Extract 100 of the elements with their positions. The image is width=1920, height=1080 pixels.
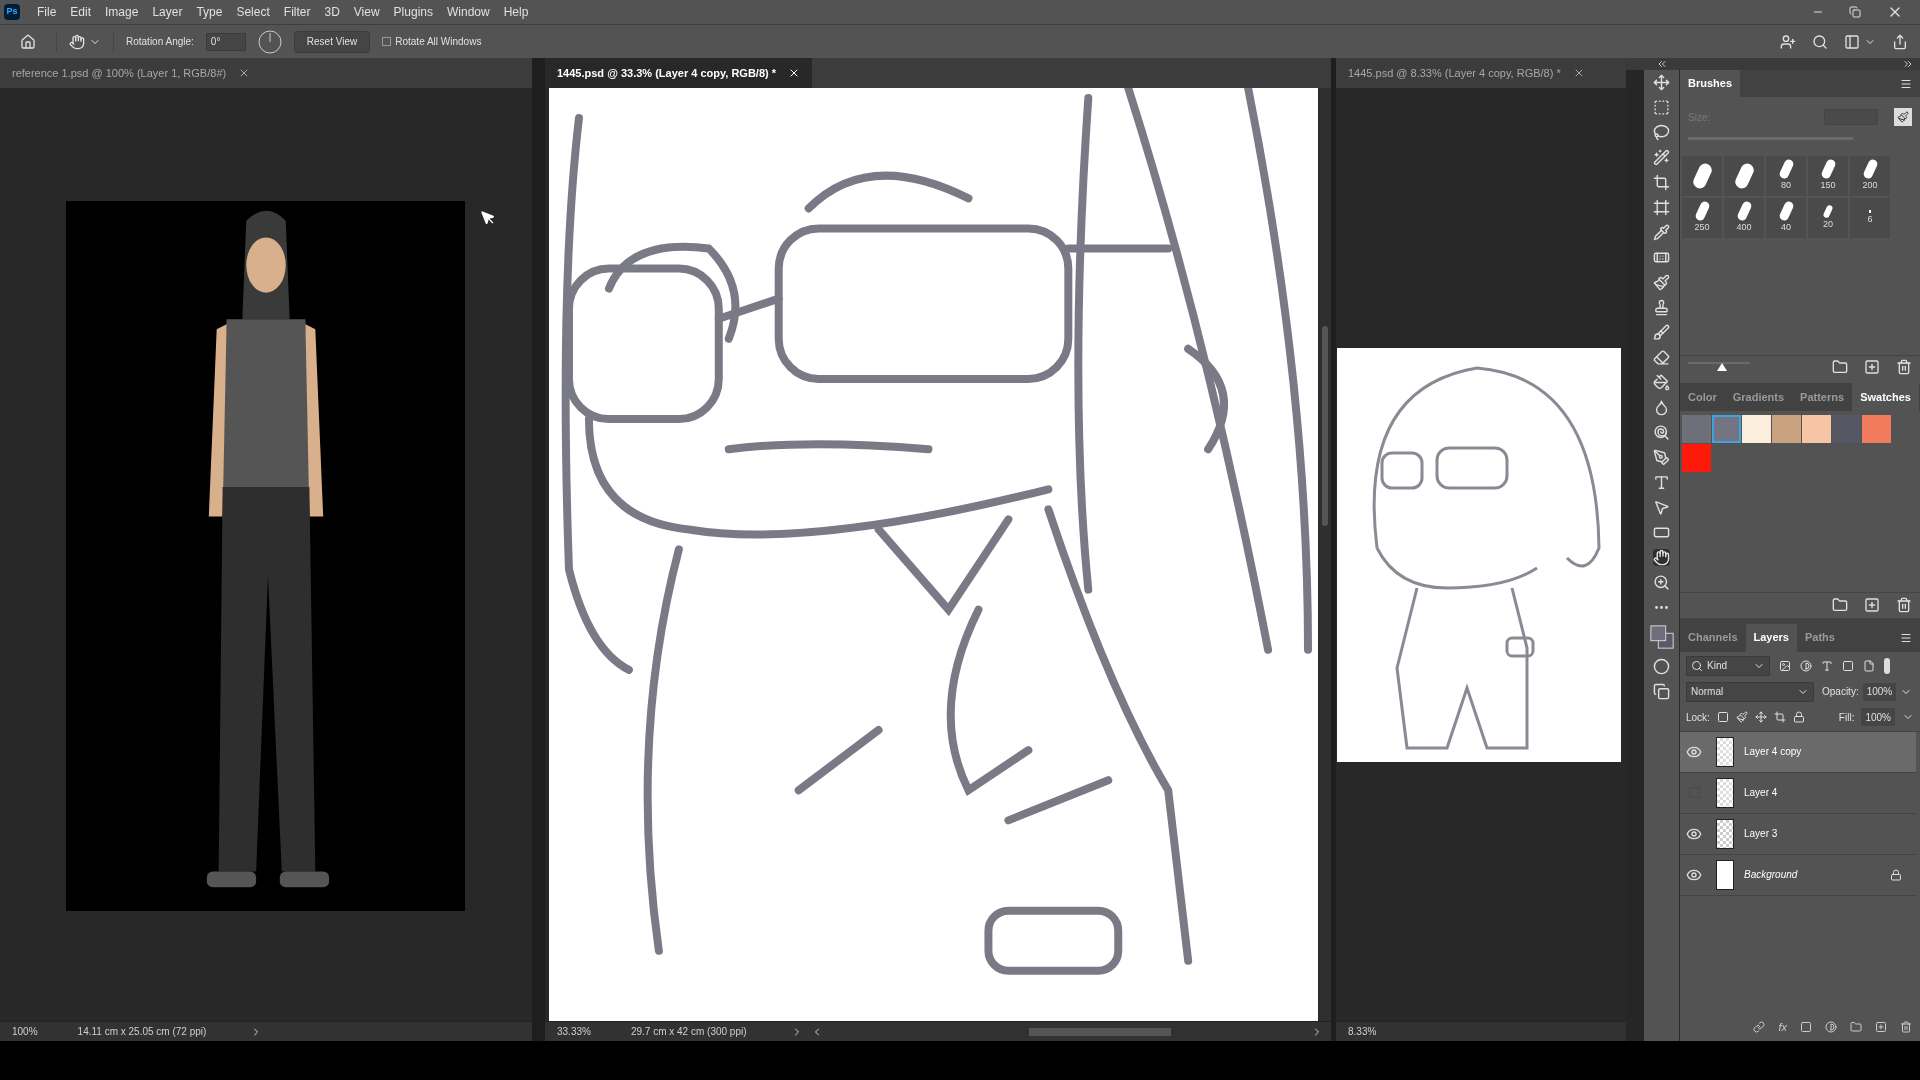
- user-add-icon[interactable]: [1780, 33, 1796, 50]
- shape-filter-icon[interactable]: [1842, 659, 1854, 672]
- filter-dropdown[interactable]: Kind: [1686, 655, 1770, 676]
- new-layer-icon[interactable]: [1875, 1021, 1887, 1033]
- rotation-angle-field[interactable]: 0°: [205, 32, 246, 51]
- menu-item[interactable]: Filter: [276, 3, 318, 21]
- vertical-scrollbar[interactable]: [1319, 88, 1331, 1021]
- menu-item[interactable]: File: [30, 3, 64, 21]
- brush-preset[interactable]: 20: [1808, 198, 1848, 238]
- move-icon[interactable]: [1653, 74, 1670, 91]
- zoom-level[interactable]: 8.33%: [1336, 1024, 1389, 1039]
- menu-item[interactable]: View: [346, 3, 387, 21]
- panel-menu-icon[interactable]: [1900, 77, 1912, 90]
- menu-item[interactable]: 3D: [317, 3, 347, 21]
- menu-item[interactable]: Image: [98, 3, 146, 21]
- trash-icon[interactable]: [1896, 358, 1912, 375]
- type-icon[interactable]: [1653, 474, 1670, 491]
- folder-icon[interactable]: [1832, 597, 1848, 614]
- lasso-icon[interactable]: [1653, 124, 1670, 141]
- workspace-icon[interactable]: [1844, 33, 1860, 50]
- lock-icon[interactable]: [1792, 711, 1805, 724]
- color-swatches-icon[interactable]: [1648, 624, 1675, 650]
- brush-preset[interactable]: 6: [1850, 198, 1890, 238]
- filter-toggle[interactable]: [1884, 657, 1890, 674]
- brush-preset[interactable]: 80: [1766, 156, 1806, 196]
- paint-bucket-icon[interactable]: [1653, 374, 1670, 391]
- restore-icon[interactable]: [1849, 6, 1861, 18]
- brush-settings-icon[interactable]: [1894, 108, 1912, 126]
- zoom-level[interactable]: 100%: [0, 1024, 50, 1039]
- lock-artboard-icon[interactable]: [1773, 711, 1786, 724]
- menu-item[interactable]: Select: [229, 3, 277, 21]
- zoom-level[interactable]: 33.33%: [545, 1024, 603, 1039]
- brush-preset[interactable]: 200: [1850, 156, 1890, 196]
- reset-view-button[interactable]: Reset View: [293, 30, 371, 53]
- new-icon[interactable]: [1864, 597, 1880, 614]
- quick-mask-icon[interactable]: [1653, 658, 1670, 675]
- color-swatch[interactable]: [1682, 415, 1711, 444]
- color-swatch[interactable]: [1682, 444, 1711, 473]
- screen-mode-icon[interactable]: [1653, 683, 1670, 700]
- color-swatch[interactable]: [1832, 415, 1861, 444]
- menu-item[interactable]: Edit: [63, 3, 99, 21]
- rotate-all-windows-checkbox[interactable]: Rotate All Windows: [382, 34, 482, 49]
- close-icon[interactable]: [788, 67, 800, 79]
- lock-position-icon[interactable]: [1754, 711, 1767, 724]
- color-swatch[interactable]: [1772, 415, 1801, 444]
- trash-icon[interactable]: [1900, 1021, 1912, 1033]
- menu-item[interactable]: Layer: [145, 3, 190, 21]
- lock-paint-icon[interactable]: [1735, 711, 1748, 724]
- layer-row[interactable]: Background: [1680, 854, 1916, 896]
- color-swatch[interactable]: [1862, 415, 1891, 444]
- rotate-view-icon[interactable]: [69, 33, 85, 50]
- stamp-icon[interactable]: [1653, 299, 1670, 316]
- droplet-icon[interactable]: [1653, 399, 1670, 416]
- marquee-icon[interactable]: [1653, 99, 1670, 116]
- menu-item[interactable]: Help: [496, 3, 536, 21]
- selection-arrow-icon[interactable]: [1653, 499, 1670, 516]
- history-brush-icon[interactable]: [1653, 324, 1670, 341]
- folder-icon[interactable]: [1850, 1021, 1862, 1033]
- pen-icon[interactable]: [1653, 449, 1670, 466]
- folder-icon[interactable]: [1832, 358, 1848, 375]
- panel-menu-icon[interactable]: [1900, 631, 1912, 644]
- zoom-icon[interactable]: [1653, 574, 1670, 591]
- trash-icon[interactable]: [1896, 597, 1912, 614]
- rotation-dial-icon[interactable]: [257, 29, 282, 54]
- expand-icon[interactable]: [1902, 58, 1914, 70]
- opacity-field[interactable]: 100%: [1862, 682, 1897, 701]
- magic-wand-icon[interactable]: [1653, 149, 1670, 166]
- rotate-view-icon[interactable]: [1653, 549, 1670, 566]
- mask-icon[interactable]: [1800, 1021, 1812, 1033]
- layer-row[interactable]: Layer 3: [1680, 813, 1916, 855]
- brush-preset[interactable]: 400: [1724, 198, 1764, 238]
- menu-item[interactable]: Type: [189, 3, 230, 21]
- eyedropper-icon[interactable]: [1653, 224, 1670, 241]
- color-swatch[interactable]: [1802, 415, 1831, 444]
- brush-preset[interactable]: 250: [1682, 198, 1722, 238]
- image-filter-icon[interactable]: [1779, 659, 1791, 672]
- panel-tab[interactable]: Swatches: [1852, 383, 1919, 412]
- brush-icon[interactable]: [1653, 274, 1670, 291]
- fill-field[interactable]: 100%: [1861, 708, 1895, 727]
- frame-icon[interactable]: [1653, 199, 1670, 216]
- lock-pixels-icon[interactable]: [1716, 711, 1729, 724]
- link-icon[interactable]: [1753, 1021, 1766, 1033]
- adjustment-filter-icon[interactable]: [1800, 659, 1812, 672]
- layer-row[interactable]: Layer 4: [1680, 772, 1916, 814]
- type-filter-icon[interactable]: [1821, 659, 1833, 672]
- preview-slider[interactable]: [1688, 361, 1750, 372]
- new-icon[interactable]: [1864, 358, 1880, 375]
- eraser-icon[interactable]: [1653, 349, 1670, 366]
- brush-preset[interactable]: [1724, 156, 1764, 196]
- crop-icon[interactable]: [1653, 174, 1670, 191]
- search-icon[interactable]: [1812, 33, 1828, 50]
- adjustment-icon[interactable]: [1825, 1021, 1837, 1033]
- color-swatch[interactable]: [1712, 415, 1741, 444]
- share-icon[interactable]: [1892, 33, 1908, 50]
- collapse-icon[interactable]: [1656, 58, 1668, 70]
- color-swatch[interactable]: [1742, 415, 1771, 444]
- layer-row[interactable]: Layer 4 copy: [1680, 731, 1916, 773]
- panel-tab[interactable]: Brushes: [1680, 70, 1741, 97]
- menu-item[interactable]: Window: [439, 3, 497, 21]
- home-icon[interactable]: [20, 33, 36, 50]
